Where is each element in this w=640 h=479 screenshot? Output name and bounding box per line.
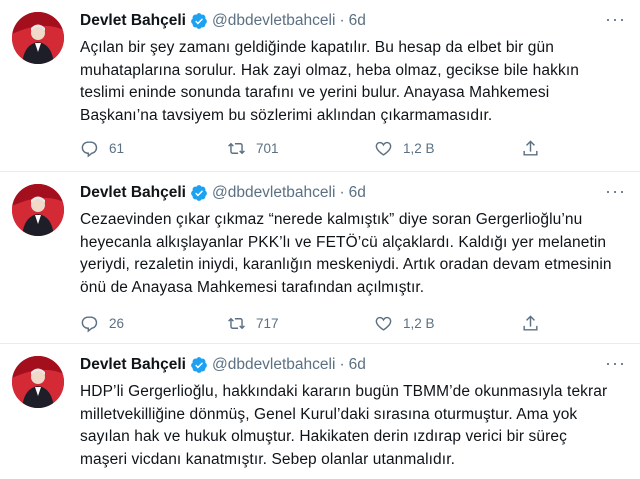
verified-badge-icon — [190, 184, 208, 202]
tweet-feed: Devlet Bahçeli @dbdevletbahceli · 6d ···… — [0, 0, 640, 479]
retweet-button[interactable]: 701 — [227, 139, 374, 158]
retweet-button[interactable]: 717 — [227, 314, 374, 333]
share-button[interactable] — [521, 314, 550, 333]
verified-badge-icon — [190, 12, 208, 30]
more-icon[interactable]: ··· — [605, 354, 626, 372]
retweet-icon — [228, 317, 245, 329]
like-icon — [375, 141, 392, 156]
avatar[interactable] — [12, 184, 64, 236]
reply-count: 26 — [109, 315, 125, 331]
handle[interactable]: @dbdevletbahceli — [212, 12, 335, 30]
reply-icon — [81, 315, 98, 333]
separator: · — [339, 356, 345, 373]
retweet-count: 717 — [256, 315, 279, 331]
tweet-actions: 61 701 1,2 B — [80, 137, 550, 159]
tweet-actions: 26 717 1,2 B — [80, 312, 550, 334]
tweet-text: Açılan bir şey zamanı geldiğinde kapatıl… — [80, 39, 579, 124]
reply-icon — [81, 140, 98, 158]
share-icon — [523, 314, 538, 331]
like-icon — [375, 316, 392, 331]
verified-badge-icon — [190, 356, 208, 374]
display-name[interactable]: Devlet Bahçeli — [80, 12, 186, 30]
tweet[interactable]: Devlet Bahçeli @dbdevletbahceli · 6d ···… — [0, 344, 640, 479]
share-button[interactable] — [521, 139, 550, 158]
tweet-text: HDP’li Gergerlioğlu, hakkındaki kararın … — [80, 383, 608, 468]
like-button[interactable]: 1,2 B — [374, 139, 521, 158]
retweet-icon — [228, 142, 245, 154]
reply-button[interactable]: 26 — [80, 314, 227, 333]
separator: · — [339, 12, 345, 29]
display-name[interactable]: Devlet Bahçeli — [80, 184, 186, 202]
like-count: 1,2 B — [403, 140, 435, 156]
handle[interactable]: @dbdevletbahceli — [212, 356, 335, 374]
more-icon[interactable]: ··· — [605, 10, 626, 28]
tweet-text: Cezaevinden çıkar çıkmaz “nerede kalmışt… — [80, 211, 612, 296]
avatar[interactable] — [12, 12, 64, 64]
retweet-count: 701 — [256, 140, 279, 156]
reply-button[interactable]: 61 — [80, 139, 227, 158]
like-button[interactable]: 1,2 B — [374, 314, 521, 333]
separator: · — [339, 184, 345, 201]
reply-count: 61 — [109, 140, 125, 156]
handle[interactable]: @dbdevletbahceli — [212, 184, 335, 202]
tweet[interactable]: Devlet Bahçeli @dbdevletbahceli · 6d ···… — [0, 172, 640, 344]
like-count: 1,2 B — [403, 315, 435, 331]
avatar[interactable] — [12, 356, 64, 408]
display-name[interactable]: Devlet Bahçeli — [80, 356, 186, 374]
timestamp[interactable]: 6d — [349, 184, 366, 202]
more-icon[interactable]: ··· — [605, 182, 626, 200]
timestamp[interactable]: 6d — [349, 12, 366, 30]
timestamp[interactable]: 6d — [349, 356, 366, 374]
share-icon — [523, 139, 538, 156]
tweet[interactable]: Devlet Bahçeli @dbdevletbahceli · 6d ···… — [0, 0, 640, 172]
